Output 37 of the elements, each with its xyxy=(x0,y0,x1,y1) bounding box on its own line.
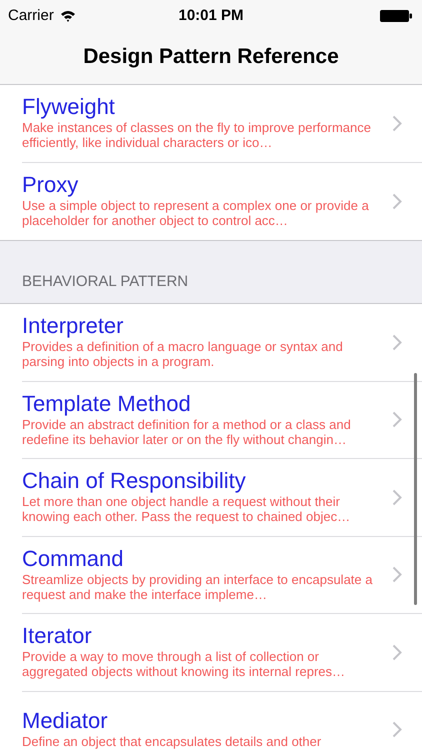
list-row[interactable]: Interpreter Provides a definition of a macro language or syntax and parsing into objects in a program. xyxy=(0,304,422,382)
chevron-icon xyxy=(392,334,402,351)
chevron-icon xyxy=(392,411,402,428)
pattern-description: Let more than one object handle a request without their knowing each other. Pass the request to chained objec… xyxy=(22,494,352,524)
pattern-description: Streamlize objects by providing an interface to encapsulate a request and make the interface impleme… xyxy=(22,572,374,602)
pattern-title: Proxy xyxy=(22,171,80,198)
list-row[interactable]: Proxy Use a simple object to represent a complex one or provide a placeholder for another object to control acc… xyxy=(0,162,422,240)
chevron-icon xyxy=(392,114,402,132)
carrier-label: Carrier xyxy=(8,6,54,26)
list-row[interactable]: Mediator Define an object that encapsulates details and other xyxy=(0,692,422,750)
chevron-icon xyxy=(392,192,402,210)
chevron-icon xyxy=(392,566,402,584)
pattern-title: Iterator xyxy=(22,622,93,650)
pattern-title: Interpreter xyxy=(22,312,124,340)
pattern-description: Use a simple object to represent a complex one or provide a placeholder for another object to control acc… xyxy=(22,198,370,228)
list-row[interactable]: Flyweight Make instances of classes on the fly to improve performance efficiently, like individual characters or ico… xyxy=(0,85,422,162)
pattern-description: Provide a way to move through a list of collection or aggregated objects without knowing its internal repres… xyxy=(22,649,346,680)
wifi-icon xyxy=(60,10,76,22)
battery-icon xyxy=(380,10,412,22)
list-row[interactable]: Command Streamlize objects by providing an interface to encapsulate a request and make the interface impleme… xyxy=(0,536,422,614)
pattern-description: Make instances of classes on the fly to improve performance efficiently, like individual characters or ico… xyxy=(22,120,372,150)
pattern-title: Command xyxy=(22,544,124,572)
list-row[interactable]: Iterator Provide a way to move through a list of collection or aggregated objects without knowing its internal repres… xyxy=(0,614,422,692)
pattern-description: Define an object that encapsulates details and other xyxy=(22,734,322,750)
list-row[interactable]: Chain of Responsibility Let more than one object handle a request without their knowing each other. Pass the request to chained objec… xyxy=(0,459,422,536)
chevron-icon xyxy=(392,644,402,661)
pattern-title: Flyweight xyxy=(22,93,116,120)
pattern-title: Chain of Responsibility xyxy=(22,467,247,494)
pattern-title: Template Method xyxy=(22,390,192,417)
chevron-icon xyxy=(392,488,402,506)
screen-title: Design Pattern Reference xyxy=(83,44,339,70)
pattern-description: Provide an abstract definition for a method or a class and redefine its behavior later or on the fly without changin… xyxy=(22,416,352,447)
list-row[interactable]: Template Method Provide an abstract definition for a method or a class and redefine its behavior later or on the fly without changin… xyxy=(0,382,422,459)
pattern-title: Mediator xyxy=(22,707,109,734)
clock-label: 10:01 PM xyxy=(178,6,244,26)
chevron-icon xyxy=(392,721,402,738)
pattern-description: Provides a definition of a macro language or syntax and parsing into objects in a program. xyxy=(22,339,344,370)
